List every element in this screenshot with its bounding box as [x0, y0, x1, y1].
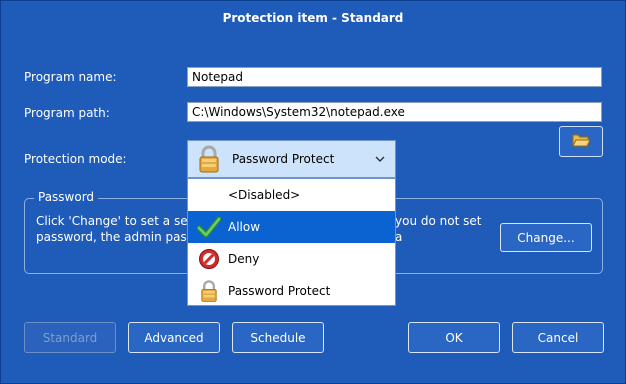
checkmark-icon	[196, 214, 222, 240]
protection-mode-label: Protection mode:	[24, 152, 127, 166]
cancel-button[interactable]: Cancel	[512, 322, 604, 353]
dropdown-item-label: <Disabled>	[228, 188, 301, 202]
standard-button[interactable]: Standard	[24, 322, 116, 353]
chevron-down-icon	[373, 156, 387, 162]
ok-button[interactable]: OK	[408, 322, 500, 353]
padlock-icon	[196, 278, 222, 304]
dropdown-item-label: Allow	[228, 220, 261, 234]
program-name-label: Program name:	[24, 70, 117, 84]
dropdown-item-deny[interactable]: Deny	[188, 243, 395, 275]
change-password-button[interactable]: Change...	[500, 223, 592, 252]
password-description-right: you do not set a	[395, 214, 482, 244]
protection-mode-value: Password Protect	[232, 152, 335, 166]
schedule-button[interactable]: Schedule	[232, 322, 324, 353]
browse-button[interactable]	[559, 126, 603, 157]
dropdown-item-disabled[interactable]: <Disabled>	[188, 179, 395, 211]
padlock-icon	[194, 144, 224, 174]
dropdown-item-allow[interactable]: Allow	[188, 211, 395, 243]
protection-item-dialog: Protection item - Standard Program name:…	[0, 0, 626, 384]
dropdown-item-label: Password Protect	[228, 284, 331, 298]
program-path-field[interactable]: C:\Windows\System32\notepad.exe	[187, 102, 602, 122]
advanced-button[interactable]: Advanced	[128, 322, 220, 353]
dropdown-item-password-protect[interactable]: Password Protect	[188, 275, 395, 307]
dropdown-item-label: Deny	[228, 252, 260, 266]
protection-mode-select[interactable]: Password Protect	[187, 140, 396, 178]
no-entry-icon	[196, 246, 222, 272]
program-path-label: Program path:	[24, 106, 110, 120]
window-title: Protection item - Standard	[222, 11, 404, 25]
program-name-field[interactable]: Notepad	[187, 67, 602, 87]
password-group-title: Password	[34, 190, 99, 204]
protection-mode-dropdown: <Disabled> Allow Deny Password Protect	[187, 178, 396, 306]
folder-open-icon	[572, 133, 591, 150]
